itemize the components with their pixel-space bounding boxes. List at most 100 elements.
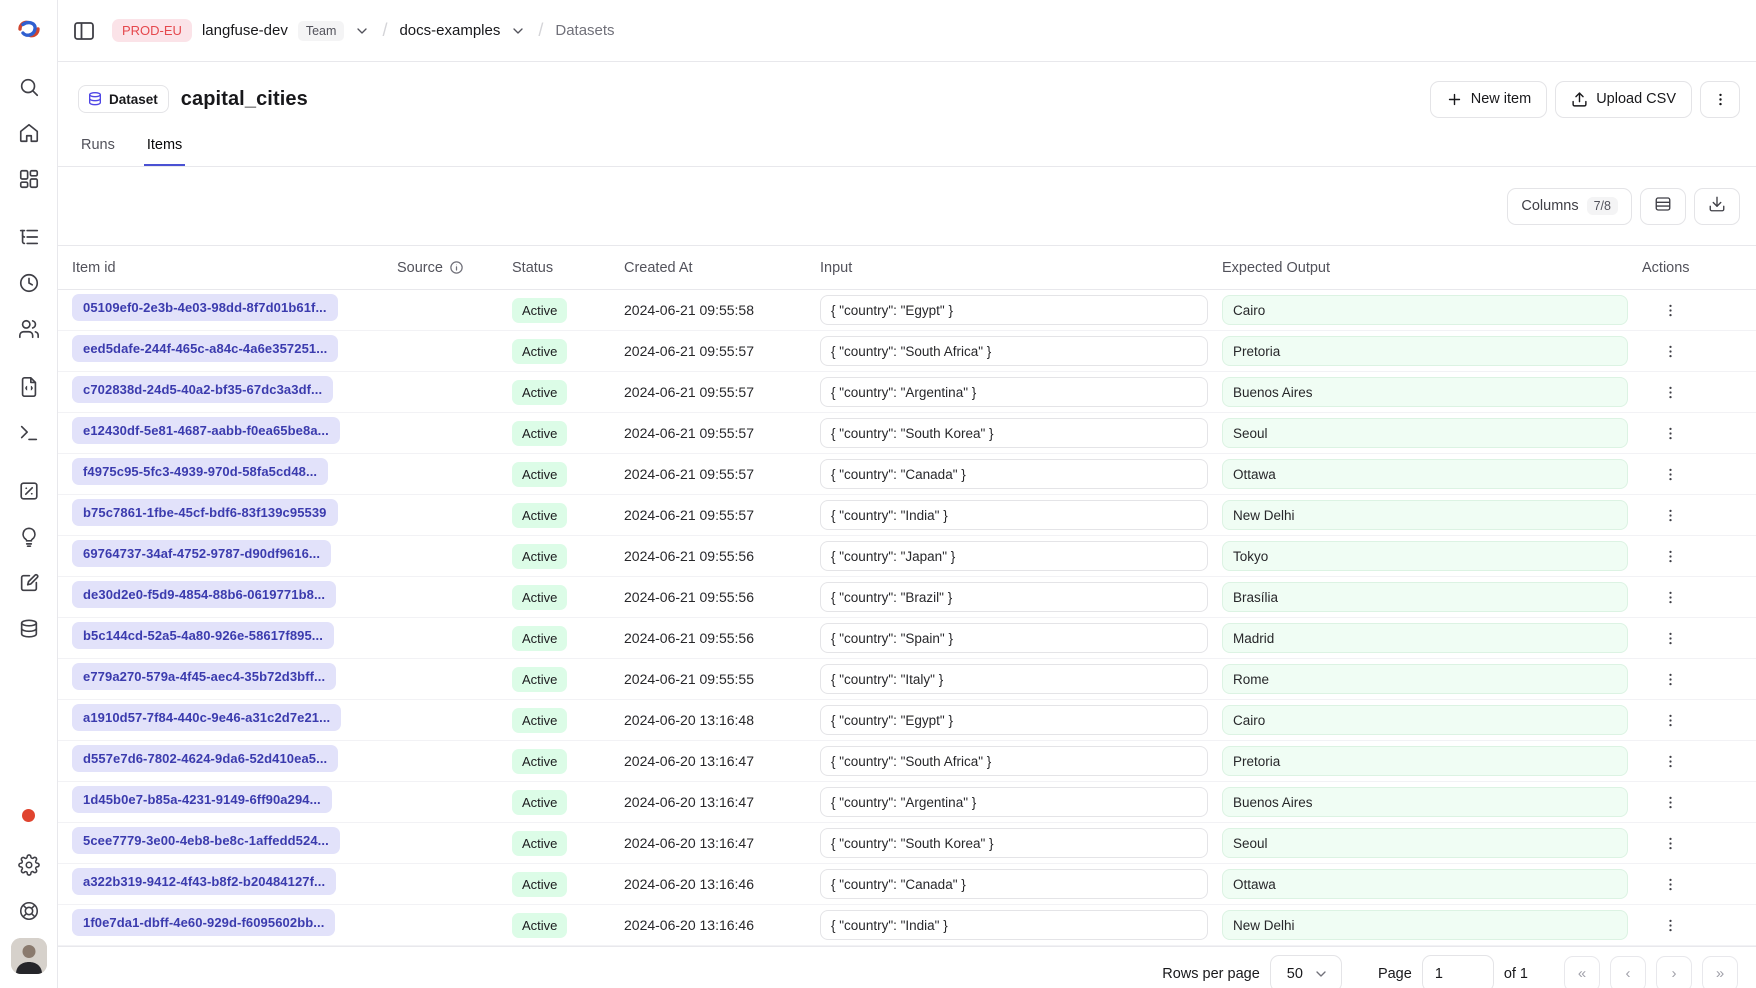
item-id-link[interactable]: de30d2e0-f5d9-4854-88b6-0619771b8... bbox=[72, 581, 336, 608]
users-icon[interactable] bbox=[18, 318, 40, 340]
columns-button[interactable]: Columns 7/8 bbox=[1507, 188, 1632, 225]
input-cell[interactable]: { "country": "South Africa" } bbox=[820, 336, 1208, 366]
item-id-link[interactable]: f4975c95-5fc3-4939-970d-58fa5cd48... bbox=[72, 458, 328, 485]
breadcrumb-project[interactable]: docs-examples bbox=[399, 22, 500, 39]
upload-csv-button[interactable]: Upload CSV bbox=[1555, 81, 1692, 118]
tracing-list-tree-icon[interactable] bbox=[18, 226, 40, 248]
row-actions-menu-button[interactable] bbox=[1656, 911, 1684, 939]
expected-output-cell[interactable]: Brasília bbox=[1222, 582, 1628, 612]
support-lifebuoy-icon[interactable] bbox=[18, 900, 40, 922]
item-id-link[interactable]: b5c144cd-52a5-4a80-926e-58617f895... bbox=[72, 622, 334, 649]
item-id-link[interactable]: c702838d-24d5-40a2-bf35-67dc3a3df... bbox=[72, 376, 333, 403]
sessions-clock-icon[interactable] bbox=[18, 272, 40, 294]
previous-page-button[interactable]: ‹ bbox=[1610, 956, 1646, 988]
export-download-button[interactable] bbox=[1694, 188, 1740, 225]
expected-output-cell[interactable]: Pretoria bbox=[1222, 336, 1628, 366]
evaluators-percent-icon[interactable] bbox=[18, 480, 40, 502]
info-icon[interactable] bbox=[449, 260, 464, 275]
column-header-expected-output[interactable]: Expected Output bbox=[1222, 260, 1642, 276]
column-header-input[interactable]: Input bbox=[820, 260, 1222, 276]
item-id-link[interactable]: a322b319-9412-4f43-b8f2-b20484127f... bbox=[72, 868, 336, 895]
column-header-source[interactable]: Source bbox=[397, 260, 512, 276]
expected-output-cell[interactable]: New Delhi bbox=[1222, 500, 1628, 530]
next-page-button[interactable]: › bbox=[1656, 956, 1692, 988]
item-id-link[interactable]: e12430df-5e81-4687-aabb-f0ea65be8a... bbox=[72, 417, 340, 444]
row-actions-menu-button[interactable] bbox=[1656, 665, 1684, 693]
row-actions-menu-button[interactable] bbox=[1656, 501, 1684, 529]
input-cell[interactable]: { "country": "Argentina" } bbox=[820, 377, 1208, 407]
row-actions-menu-button[interactable] bbox=[1656, 337, 1684, 365]
settings-gear-icon[interactable] bbox=[18, 854, 40, 876]
insights-lightbulb-icon[interactable] bbox=[18, 526, 40, 548]
input-cell[interactable]: { "country": "Egypt" } bbox=[820, 705, 1208, 735]
expected-output-cell[interactable]: Buenos Aires bbox=[1222, 787, 1628, 817]
input-cell[interactable]: { "country": "South Africa" } bbox=[820, 746, 1208, 776]
row-actions-menu-button[interactable] bbox=[1656, 378, 1684, 406]
row-height-button[interactable] bbox=[1640, 188, 1686, 225]
item-id-link[interactable]: a1910d57-7f84-440c-9e46-a31c2d7e21... bbox=[72, 704, 341, 731]
column-header-status[interactable]: Status bbox=[512, 260, 624, 276]
item-id-link[interactable]: eed5dafe-244f-465c-a84c-4a6e357251... bbox=[72, 335, 338, 362]
chevron-down-icon[interactable] bbox=[354, 23, 370, 39]
chevron-down-icon[interactable] bbox=[510, 23, 526, 39]
expected-output-cell[interactable]: Cairo bbox=[1222, 295, 1628, 325]
tab-items[interactable]: Items bbox=[144, 128, 185, 166]
row-actions-menu-button[interactable] bbox=[1656, 419, 1684, 447]
datasets-database-icon[interactable] bbox=[18, 618, 40, 640]
row-actions-menu-button[interactable] bbox=[1656, 788, 1684, 816]
expected-output-cell[interactable]: Madrid bbox=[1222, 623, 1628, 653]
item-id-link[interactable]: b75c7861-1fbe-45cf-bdf6-83f139c95539 bbox=[72, 499, 338, 526]
row-actions-menu-button[interactable] bbox=[1656, 460, 1684, 488]
row-actions-menu-button[interactable] bbox=[1656, 583, 1684, 611]
expected-output-cell[interactable]: Seoul bbox=[1222, 828, 1628, 858]
input-cell[interactable]: { "country": "Spain" } bbox=[820, 623, 1208, 653]
expected-output-cell[interactable]: Ottawa bbox=[1222, 459, 1628, 489]
first-page-button[interactable]: « bbox=[1564, 956, 1600, 988]
row-actions-menu-button[interactable] bbox=[1656, 829, 1684, 857]
item-id-link[interactable]: 05109ef0-2e3b-4e03-98dd-8f7d01b61f... bbox=[72, 294, 338, 321]
column-header-created-at[interactable]: Created At bbox=[624, 260, 820, 276]
input-cell[interactable]: { "country": "Japan" } bbox=[820, 541, 1208, 571]
item-id-link[interactable]: e779a270-579a-4f45-aec4-35b72d3bff... bbox=[72, 663, 336, 690]
input-cell[interactable]: { "country": "India" } bbox=[820, 910, 1208, 940]
row-actions-menu-button[interactable] bbox=[1656, 296, 1684, 324]
item-id-link[interactable]: d557e7d6-7802-4624-9da6-52d410ea5... bbox=[72, 745, 338, 772]
row-actions-menu-button[interactable] bbox=[1656, 542, 1684, 570]
breadcrumb-org[interactable]: langfuse-dev bbox=[202, 22, 288, 39]
item-id-link[interactable]: 1d45b0e7-b85a-4231-9149-6ff90a294... bbox=[72, 786, 332, 813]
langfuse-logo-icon[interactable] bbox=[15, 16, 43, 42]
breadcrumb-section[interactable]: Datasets bbox=[555, 22, 614, 39]
row-actions-menu-button[interactable] bbox=[1656, 747, 1684, 775]
row-actions-menu-button[interactable] bbox=[1656, 870, 1684, 898]
sidebar-toggle-icon[interactable] bbox=[72, 19, 96, 43]
user-avatar[interactable] bbox=[11, 938, 47, 974]
expected-output-cell[interactable]: Cairo bbox=[1222, 705, 1628, 735]
expected-output-cell[interactable]: Seoul bbox=[1222, 418, 1628, 448]
page-number-input[interactable] bbox=[1422, 955, 1494, 988]
expected-output-cell[interactable]: Buenos Aires bbox=[1222, 377, 1628, 407]
playground-terminal-icon[interactable] bbox=[18, 422, 40, 444]
expected-output-cell[interactable]: Pretoria bbox=[1222, 746, 1628, 776]
expected-output-cell[interactable]: Ottawa bbox=[1222, 869, 1628, 899]
input-cell[interactable]: { "country": "Argentina" } bbox=[820, 787, 1208, 817]
input-cell[interactable]: { "country": "Brazil" } bbox=[820, 582, 1208, 612]
item-id-link[interactable]: 1f0e7da1-dbff-4e60-929d-f6095602bb... bbox=[72, 909, 335, 936]
row-actions-menu-button[interactable] bbox=[1656, 624, 1684, 652]
header-more-menu-button[interactable] bbox=[1700, 81, 1740, 118]
item-id-link[interactable]: 69764737-34af-4752-9787-d90df9616... bbox=[72, 540, 331, 567]
annotation-clipboard-pen-icon[interactable] bbox=[18, 572, 40, 594]
home-icon[interactable] bbox=[18, 122, 40, 144]
tab-runs[interactable]: Runs bbox=[78, 128, 118, 166]
input-cell[interactable]: { "country": "Canada" } bbox=[820, 459, 1208, 489]
input-cell[interactable]: { "country": "Canada" } bbox=[820, 869, 1208, 899]
input-cell[interactable]: { "country": "India" } bbox=[820, 500, 1208, 530]
search-icon[interactable] bbox=[18, 76, 40, 98]
last-page-button[interactable]: » bbox=[1702, 956, 1738, 988]
dashboard-icon[interactable] bbox=[18, 168, 40, 190]
expected-output-cell[interactable]: Tokyo bbox=[1222, 541, 1628, 571]
input-cell[interactable]: { "country": "Egypt" } bbox=[820, 295, 1208, 325]
rows-per-page-select[interactable]: 50 bbox=[1270, 955, 1342, 988]
input-cell[interactable]: { "country": "South Korea" } bbox=[820, 828, 1208, 858]
expected-output-cell[interactable]: Rome bbox=[1222, 664, 1628, 694]
new-item-button[interactable]: New item bbox=[1430, 81, 1547, 118]
